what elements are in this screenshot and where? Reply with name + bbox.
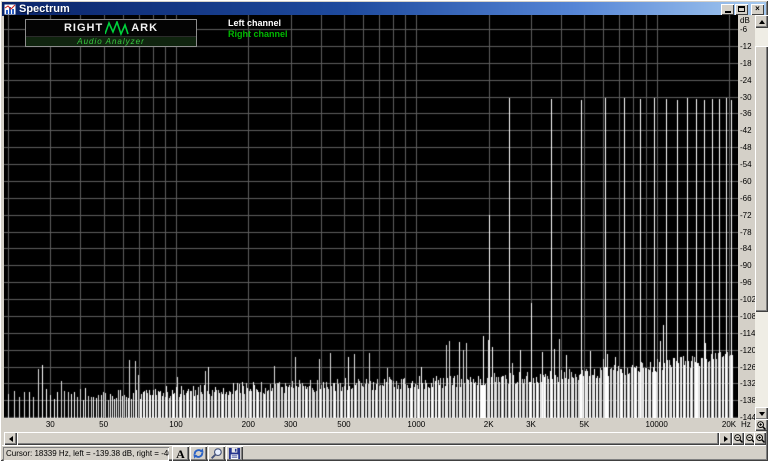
y-tick-label: -138	[740, 396, 757, 406]
app-icon	[4, 3, 16, 15]
cursor-readout: Cursor: 18339 Hz, left = -139.38 dB, rig…	[3, 447, 169, 461]
zoom-tool-button[interactable]	[208, 446, 225, 461]
y-tick-label: -54	[740, 160, 752, 170]
logo-waveform-icon	[105, 20, 129, 36]
y-axis-labels: dB -6 -12 -18 -24 -30 -36 -42 -48 -54 -60 -66 -72 -78…	[738, 15, 757, 422]
magnifier-plus-icon	[757, 420, 766, 430]
y-tick-label: -6	[740, 25, 748, 34]
y-tick-label: -132	[740, 379, 757, 389]
x-axis-labels: 30 50 100 200 300 500 1000 2K 3K 5K 10000 20K	[4, 418, 738, 431]
y-tick-label: -96	[740, 278, 752, 288]
rightmark-logo-bottom: Audio Analyzer	[26, 36, 196, 46]
minimize-button[interactable]	[721, 3, 734, 15]
y-tick-label: -30	[740, 92, 752, 102]
minimize-icon	[724, 10, 731, 13]
y-tick-label: -24	[740, 75, 752, 85]
x-tick-label: 2K	[483, 420, 494, 429]
save-button[interactable]	[226, 446, 243, 461]
vertical-scroll-thumb[interactable]	[755, 46, 768, 312]
y-axis-unit-label: dB	[740, 16, 750, 25]
horizontal-scroll-thumb[interactable]	[17, 432, 719, 445]
y-tick-label: -78	[740, 227, 752, 237]
magnifier-icon	[211, 448, 222, 459]
logo-text-ark: ARK	[131, 21, 159, 34]
y-tick-label: -126	[740, 362, 757, 372]
x-tick-label: 200	[241, 420, 256, 429]
y-tick-label: -18	[740, 58, 752, 68]
rightmark-logo-top: RIGHT ARK	[26, 20, 196, 36]
x-tick-label: 5K	[579, 420, 590, 429]
font-button[interactable]: A	[172, 446, 189, 461]
logo-text-right: RIGHT	[63, 21, 104, 34]
arrow-up-icon	[758, 19, 765, 24]
status-toolbar: A	[172, 446, 243, 461]
x-tick-label: 50	[99, 420, 109, 429]
arrow-left-icon	[8, 435, 13, 442]
save-icon	[228, 447, 241, 460]
x-tick-label: 100	[169, 420, 183, 429]
y-tick-label: -48	[740, 143, 752, 153]
y-tick-label: -42	[740, 126, 752, 136]
font-icon: A	[176, 446, 185, 461]
title-bar[interactable]: Spectrum ×	[2, 2, 766, 16]
scroll-left-button[interactable]	[4, 432, 17, 445]
y-tick-label: -114	[740, 328, 756, 338]
y-tick-label: -102	[740, 295, 757, 305]
x-axis-unit-label: Hz	[741, 420, 751, 429]
scroll-up-button[interactable]	[755, 15, 768, 28]
y-tick-label: -108	[740, 311, 757, 321]
legend: Left channel Right channel	[228, 18, 288, 40]
spectrum-window: Spectrum × RIGHT ARK Audio Analyzer Left…	[0, 0, 768, 461]
horizontal-scrollbar[interactable]	[4, 432, 766, 445]
arrow-right-icon	[723, 435, 728, 442]
x-tick-label: 300	[283, 420, 298, 429]
x-tick-label: 3K	[526, 420, 536, 429]
magnifier-plus-icon	[755, 434, 765, 443]
y-tick-label: -36	[740, 109, 752, 119]
legend-right-channel: Right channel	[228, 29, 288, 39]
spectrum-plot[interactable]	[4, 15, 738, 418]
y-tick-label: -84	[740, 244, 752, 254]
logo-subtitle: Audio Analyzer	[77, 36, 145, 46]
x-tick-label: 1000	[407, 420, 426, 429]
scroll-right-button[interactable]	[719, 432, 732, 445]
y-tick-label: -90	[740, 261, 752, 271]
rightmark-logo: RIGHT ARK Audio Analyzer	[25, 19, 197, 47]
y-tick-label: -72	[740, 210, 752, 220]
maximize-button[interactable]	[735, 3, 748, 15]
x-tick-label: 30	[45, 420, 55, 429]
refresh-button[interactable]	[190, 446, 207, 461]
vertical-scrollbar[interactable]	[755, 15, 768, 420]
zoom-in-vertical-button[interactable]	[755, 419, 768, 431]
magnifier-minus-icon	[733, 434, 743, 443]
zoom-reset-button[interactable]	[754, 432, 766, 445]
close-button[interactable]: ×	[751, 3, 764, 15]
zoom-out-horizontal-button[interactable]	[732, 432, 744, 445]
x-tick-label: 10000	[645, 420, 668, 429]
close-icon: ×	[755, 4, 760, 13]
x-tick-label: 20K	[721, 420, 737, 429]
arrow-down-icon	[758, 411, 765, 416]
y-tick-label: -12	[740, 41, 752, 51]
maximize-icon	[738, 6, 745, 12]
x-tick-label: 500	[337, 420, 351, 429]
refresh-icon	[193, 448, 204, 459]
status-bar: Cursor: 18339 Hz, left = -139.38 dB, rig…	[2, 445, 766, 461]
window-buttons: ×	[721, 3, 764, 15]
y-tick-label: -60	[740, 176, 752, 186]
window-title: Spectrum	[19, 3, 70, 15]
y-tick-label: -66	[740, 193, 752, 203]
legend-left-channel: Left channel	[228, 18, 282, 28]
y-tick-label: -120	[740, 345, 757, 355]
